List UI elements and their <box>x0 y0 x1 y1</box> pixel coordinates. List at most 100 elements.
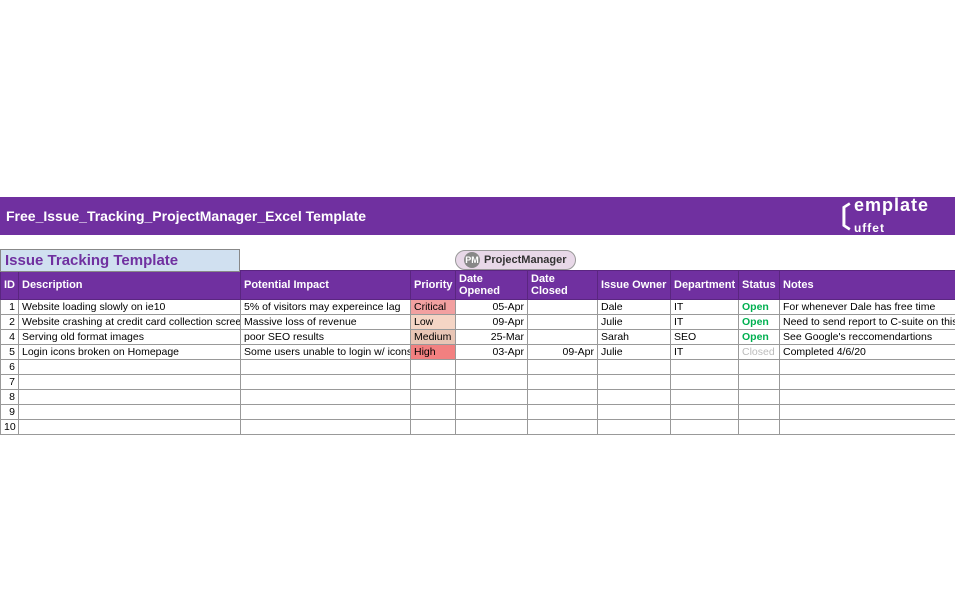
table-row[interactable]: 5Login icons broken on HomepageSome user… <box>1 345 955 360</box>
table-row[interactable]: 7 <box>1 375 955 390</box>
cell-impact[interactable]: Some users unable to login w/ icons <box>241 345 411 360</box>
table-row[interactable]: 1Website loading slowly on ie105% of vis… <box>1 300 955 315</box>
cell-owner[interactable]: Sarah <box>598 330 671 345</box>
cell-notes[interactable] <box>780 390 955 405</box>
cell-owner[interactable] <box>598 375 671 390</box>
cell-closed[interactable] <box>528 375 598 390</box>
cell-description[interactable]: Website loading slowly on ie10 <box>19 300 241 315</box>
cell-id[interactable]: 4 <box>1 330 19 345</box>
cell-owner[interactable] <box>598 420 671 435</box>
table-row[interactable]: 9 <box>1 405 955 420</box>
cell-department[interactable] <box>671 375 739 390</box>
cell-impact[interactable] <box>241 375 411 390</box>
cell-notes[interactable] <box>780 420 955 435</box>
cell-department[interactable] <box>671 405 739 420</box>
cell-owner[interactable]: Julie <box>598 345 671 360</box>
cell-description[interactable] <box>19 360 241 375</box>
cell-impact[interactable] <box>241 420 411 435</box>
cell-status[interactable] <box>739 360 780 375</box>
cell-department[interactable]: SEO <box>671 330 739 345</box>
cell-closed[interactable] <box>528 360 598 375</box>
cell-impact[interactable] <box>241 390 411 405</box>
header-priority: Priority <box>411 271 456 300</box>
cell-department[interactable] <box>671 390 739 405</box>
cell-notes[interactable]: Completed 4/6/20 <box>780 345 955 360</box>
cell-priority[interactable]: Medium <box>411 330 456 345</box>
table-row[interactable]: 8 <box>1 390 955 405</box>
cell-description[interactable] <box>19 405 241 420</box>
cell-department[interactable] <box>671 420 739 435</box>
cell-status[interactable]: Open <box>739 315 780 330</box>
cell-description[interactable]: Website crashing at credit card collecti… <box>19 315 241 330</box>
cell-closed[interactable] <box>528 390 598 405</box>
cell-notes[interactable] <box>780 405 955 420</box>
cell-status[interactable] <box>739 405 780 420</box>
cell-notes[interactable]: Need to send report to C-suite on this <box>780 315 955 330</box>
cell-opened[interactable]: 25-Mar <box>456 330 528 345</box>
cell-status[interactable] <box>739 390 780 405</box>
cell-id[interactable]: 10 <box>1 420 19 435</box>
table-row[interactable]: 2Website crashing at credit card collect… <box>1 315 955 330</box>
cell-impact[interactable] <box>241 405 411 420</box>
cell-id[interactable]: 5 <box>1 345 19 360</box>
cell-notes[interactable] <box>780 375 955 390</box>
cell-priority[interactable]: Low <box>411 315 456 330</box>
cell-status[interactable]: Closed <box>739 345 780 360</box>
cell-owner[interactable]: Dale <box>598 300 671 315</box>
cell-notes[interactable] <box>780 360 955 375</box>
cell-closed[interactable] <box>528 405 598 420</box>
cell-opened[interactable]: 03-Apr <box>456 345 528 360</box>
cell-opened[interactable] <box>456 390 528 405</box>
cell-id[interactable]: 7 <box>1 375 19 390</box>
cell-opened[interactable] <box>456 405 528 420</box>
cell-id[interactable]: 8 <box>1 390 19 405</box>
cell-closed[interactable] <box>528 315 598 330</box>
cell-impact[interactable]: 5% of visitors may expereince lag <box>241 300 411 315</box>
cell-status[interactable] <box>739 375 780 390</box>
cell-description[interactable]: Serving old format images <box>19 330 241 345</box>
cell-status[interactable] <box>739 420 780 435</box>
cell-id[interactable]: 1 <box>1 300 19 315</box>
cell-priority[interactable] <box>411 390 456 405</box>
cell-id[interactable]: 2 <box>1 315 19 330</box>
cell-notes[interactable]: See Google's reccomendartions <box>780 330 955 345</box>
cell-opened[interactable]: 09-Apr <box>456 315 528 330</box>
cell-priority[interactable]: Critical <box>411 300 456 315</box>
cell-notes[interactable]: For whenever Dale has free time <box>780 300 955 315</box>
cell-priority[interactable]: High <box>411 345 456 360</box>
cell-department[interactable]: IT <box>671 300 739 315</box>
cell-opened[interactable] <box>456 420 528 435</box>
cell-status[interactable]: Open <box>739 300 780 315</box>
cell-description[interactable] <box>19 420 241 435</box>
cell-owner[interactable] <box>598 405 671 420</box>
cell-id[interactable]: 6 <box>1 360 19 375</box>
cell-opened[interactable] <box>456 375 528 390</box>
cell-department[interactable]: IT <box>671 345 739 360</box>
cell-description[interactable] <box>19 390 241 405</box>
table-row[interactable]: 4Serving old format imagespoor SEO resul… <box>1 330 955 345</box>
cell-closed[interactable] <box>528 300 598 315</box>
cell-id[interactable]: 9 <box>1 405 19 420</box>
cell-impact[interactable] <box>241 360 411 375</box>
cell-department[interactable]: IT <box>671 315 739 330</box>
cell-description[interactable]: Login icons broken on Homepage <box>19 345 241 360</box>
cell-description[interactable] <box>19 375 241 390</box>
cell-owner[interactable]: Julie <box>598 315 671 330</box>
cell-owner[interactable] <box>598 360 671 375</box>
cell-priority[interactable] <box>411 360 456 375</box>
cell-opened[interactable]: 05-Apr <box>456 300 528 315</box>
cell-department[interactable] <box>671 360 739 375</box>
table-row[interactable]: 6 <box>1 360 955 375</box>
cell-opened[interactable] <box>456 360 528 375</box>
cell-impact[interactable]: Massive loss of revenue <box>241 315 411 330</box>
cell-priority[interactable] <box>411 420 456 435</box>
cell-priority[interactable] <box>411 405 456 420</box>
cell-closed[interactable]: 09-Apr <box>528 345 598 360</box>
cell-priority[interactable] <box>411 375 456 390</box>
cell-impact[interactable]: poor SEO results <box>241 330 411 345</box>
cell-owner[interactable] <box>598 390 671 405</box>
cell-closed[interactable] <box>528 420 598 435</box>
cell-closed[interactable] <box>528 330 598 345</box>
table-row[interactable]: 10 <box>1 420 955 435</box>
cell-status[interactable]: Open <box>739 330 780 345</box>
